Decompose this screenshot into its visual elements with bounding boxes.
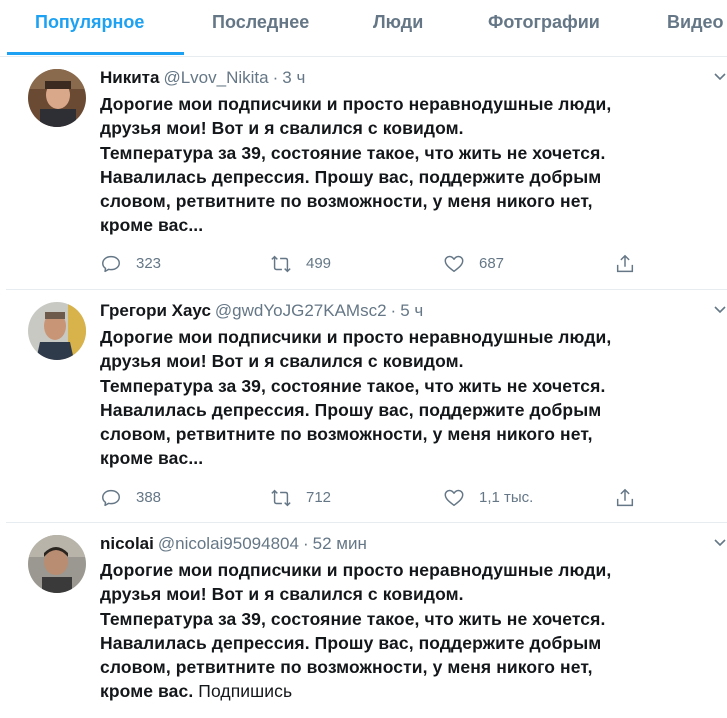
chevron-down-icon[interactable] [713, 302, 727, 316]
tweet-header: Никита @Lvov_Nikita · 3 ч [100, 67, 305, 89]
share-icon [616, 488, 634, 507]
tweet-line: Навалилась депрессия. Прошу вас, поддерж… [100, 399, 602, 420]
retweet-button[interactable]: 499 [270, 253, 331, 275]
tweet-line: кроме вас... [100, 215, 204, 236]
share-icon [616, 254, 634, 273]
tab-popular[interactable]: Популярное [35, 0, 144, 54]
like-button[interactable]: 1,1 тыс. [443, 487, 533, 509]
tweet[interactable]: nicolai @nicolai95094804 · 52 мин Дорогие м… [6, 523, 727, 718]
tweet-line: кроме вас. Подпишись [100, 679, 710, 703]
separator-dot: · [302, 534, 309, 553]
author-handle[interactable]: @Lvov_Nikita [163, 68, 268, 87]
retweet-icon [271, 489, 291, 507]
search-tabs: Популярное Последнее Люди Фотографии Вид… [0, 0, 727, 57]
author-handle[interactable]: @nicolai95094804 [158, 534, 299, 553]
tab-photos[interactable]: Фотографии [488, 0, 600, 54]
separator-dot: · [390, 301, 397, 320]
retweet-button[interactable]: 712 [270, 487, 331, 509]
tweet-time[interactable]: 52 мин [313, 534, 367, 553]
author-handle[interactable]: @gwdYoJG27KAMsc2 [215, 301, 387, 320]
like-count: 1,1 тыс. [479, 489, 534, 506]
active-tab-indicator [7, 52, 184, 55]
tweet-header: nicolai @nicolai95094804 · 52 мин [100, 533, 367, 555]
separator-dot: · [272, 68, 279, 87]
share-button[interactable] [614, 487, 636, 509]
tweet-header: Грегори Хаус @gwdYoJG27KAMsc2 · 5 ч [100, 300, 423, 322]
tweet-line: Дорогие мои подписчики и просто неравнод… [100, 560, 612, 580]
tab-videos[interactable]: Видео [667, 0, 724, 54]
tweet[interactable]: Никита @Lvov_Nikita · 3 ч Дорогие мои подпи… [6, 57, 727, 290]
avatar[interactable] [28, 69, 86, 127]
tweet-line: Температура за 39, состояние такое, что … [100, 608, 606, 629]
tweet-actions: 323 499 687 [100, 253, 660, 277]
tweet-line: Температура за 39, состояние такое, что … [100, 142, 606, 163]
tweet-actions: 388 712 1,1 тыс. [100, 487, 660, 511]
tweet-line: Навалилась депрессия. Прошу вас, поддерж… [100, 166, 602, 187]
tweet-text: Дорогие мои подписчики и просто неравнод… [100, 325, 710, 471]
reply-count: 388 [136, 489, 162, 506]
retweet-count: 712 [306, 489, 332, 506]
reply-icon [102, 255, 120, 273]
tweet[interactable]: Грегори Хаус @gwdYoJG27KAMsc2 · 5 ч Дорогие… [6, 290, 727, 523]
reply-button[interactable]: 323 [100, 253, 161, 275]
author-name[interactable]: Грегори Хаус [100, 301, 211, 320]
reply-button[interactable]: 388 [100, 487, 161, 509]
like-icon [444, 255, 464, 273]
tweet-line: словом, ретвитните по возможности, у мен… [100, 424, 593, 445]
tab-latest[interactable]: Последнее [212, 0, 309, 54]
tweet-line: Температура за 39, состояние такое, что … [100, 375, 606, 396]
retweet-count: 499 [306, 255, 332, 272]
tab-people[interactable]: Люди [373, 0, 423, 54]
tweet-text: Дорогие мои подписчики и просто неравнод… [100, 92, 710, 238]
tweet-line: друзья мои! Вот и я свалился с ковидом. [100, 118, 464, 139]
tweet-time[interactable]: 5 ч [400, 301, 423, 320]
tweet-line: словом, ретвитните по возможности, у мен… [100, 657, 593, 678]
author-name[interactable]: nicolai [100, 534, 154, 553]
reply-icon [102, 489, 120, 507]
like-button[interactable]: 687 [443, 253, 504, 275]
tweet-line: Навалилась депрессия. Прошу вас, поддерж… [100, 632, 602, 653]
tweet-line: кроме вас... [100, 448, 204, 469]
chevron-down-icon[interactable] [713, 535, 727, 549]
tweet-line: друзья мои! Вот и я свалился с ковидом. [100, 584, 464, 605]
tweet-line: Дорогие мои подписчики и просто неравнод… [100, 94, 612, 114]
tweet-text: Дорогие мои подписчики и просто неравнод… [100, 558, 710, 704]
tweet-line: словом, ретвитните по возможности, у мен… [100, 191, 593, 212]
tweet-line: Дорогие мои подписчики и просто неравнод… [100, 327, 612, 347]
avatar[interactable] [28, 535, 86, 593]
tweet-extra-text: Подпишись [193, 681, 293, 702]
avatar[interactable] [28, 302, 86, 360]
share-button[interactable] [614, 253, 636, 275]
like-icon [444, 489, 464, 507]
author-name[interactable]: Никита [100, 68, 159, 87]
retweet-icon [271, 255, 291, 273]
tweet-time[interactable]: 3 ч [282, 68, 305, 87]
tweet-line: друзья мои! Вот и я свалился с ковидом. [100, 351, 464, 372]
chevron-down-icon[interactable] [713, 69, 727, 83]
like-count: 687 [479, 255, 505, 272]
tweet-line-text: кроме вас. [100, 681, 194, 702]
reply-count: 323 [136, 255, 162, 272]
